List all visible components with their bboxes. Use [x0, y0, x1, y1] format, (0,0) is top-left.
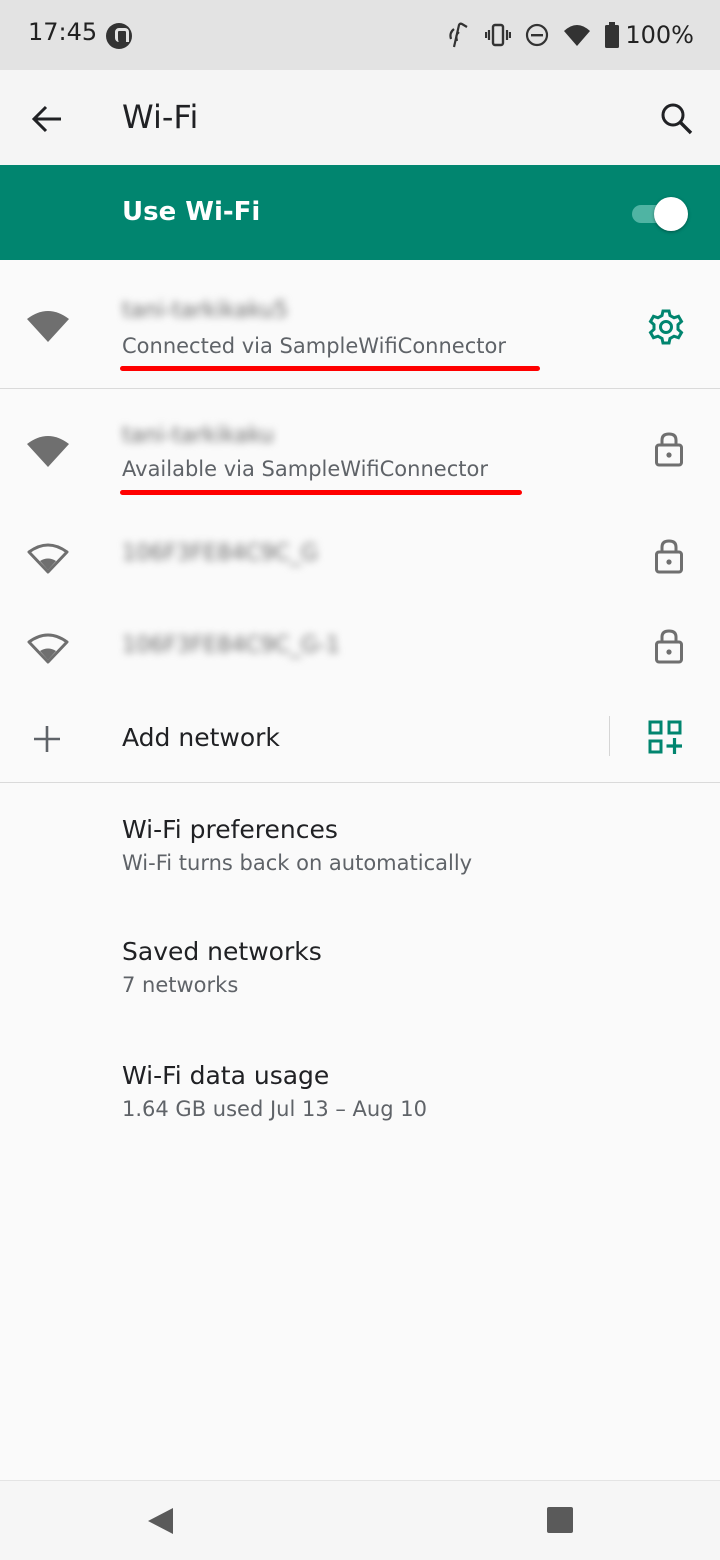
network-status: Available via SampleWifiConnector — [122, 457, 488, 481]
annotation-underline — [120, 490, 522, 495]
annotation-underline — [120, 366, 540, 371]
network-ssid: tani-tarkikaku — [122, 423, 274, 448]
qr-code-icon[interactable] — [648, 720, 682, 754]
add-network-row[interactable]: Add network — [0, 693, 720, 783]
gear-icon[interactable] — [648, 309, 684, 345]
setting-subtitle: Wi-Fi turns back on automatically — [122, 851, 473, 875]
network-ssid: 106F3FE84C9C_G-1 — [122, 633, 340, 658]
vertical-separator — [609, 716, 610, 756]
wifi-signal-full-icon — [27, 311, 69, 342]
navigation-bar — [0, 1480, 720, 1560]
setting-title: Wi-Fi data usage — [122, 1061, 330, 1090]
arrow-back-icon[interactable] — [28, 100, 66, 138]
nav-recents-icon[interactable] — [547, 1507, 573, 1533]
setting-title: Saved networks — [122, 937, 322, 966]
page-title: Wi-Fi — [122, 98, 199, 136]
status-bar: 17:45 100% — [0, 0, 720, 70]
toggle-thumb — [654, 197, 688, 231]
wifi-data-usage-item[interactable]: Wi-Fi data usage 1.64 GB used Jul 13 – A… — [0, 1029, 720, 1151]
battery-icon — [605, 22, 620, 48]
nfc-icon — [449, 22, 468, 48]
search-icon[interactable] — [658, 100, 696, 138]
wifi-signal-outline-icon — [27, 633, 69, 664]
network-item[interactable]: 106F3FE84C9C_G — [0, 511, 720, 603]
status-time: 17:45 — [28, 18, 98, 46]
vibrate-icon — [485, 23, 512, 47]
setting-subtitle: 7 networks — [122, 973, 239, 997]
wifi-toggle[interactable] — [630, 197, 688, 231]
wifi-preferences-item[interactable]: Wi-Fi preferences Wi-Fi turns back on au… — [0, 783, 720, 905]
lock-icon — [655, 629, 683, 664]
status-icons: 100% — [447, 20, 694, 50]
add-network-label: Add network — [122, 723, 280, 752]
wifi-signal-icon — [564, 25, 591, 46]
use-wifi-switch-bar[interactable]: Use Wi-Fi — [0, 165, 720, 260]
network-item[interactable]: 106F3FE84C9C_G-1 — [0, 603, 720, 693]
saved-networks-item[interactable]: Saved networks 7 networks — [0, 905, 720, 1029]
app-notification-icon — [106, 23, 132, 49]
network-ssid: tani-tarkikaku5 — [122, 298, 288, 323]
wifi-signal-full-icon — [27, 436, 69, 467]
plus-icon — [34, 726, 60, 752]
lock-icon — [655, 432, 683, 467]
do-not-disturb-icon — [526, 23, 549, 47]
lock-icon — [655, 539, 683, 574]
wifi-signal-outline-icon — [27, 543, 69, 574]
nav-back-icon[interactable] — [145, 1506, 175, 1536]
setting-subtitle: 1.64 GB used Jul 13 – Aug 10 — [122, 1097, 427, 1121]
network-ssid: 106F3FE84C9C_G — [122, 541, 318, 566]
setting-title: Wi-Fi preferences — [122, 815, 338, 844]
app-bar: Wi-Fi — [0, 70, 720, 165]
use-wifi-label: Use Wi-Fi — [122, 197, 261, 227]
battery-percentage: 100% — [625, 21, 694, 49]
network-status: Connected via SampleWifiConnector — [122, 334, 506, 358]
